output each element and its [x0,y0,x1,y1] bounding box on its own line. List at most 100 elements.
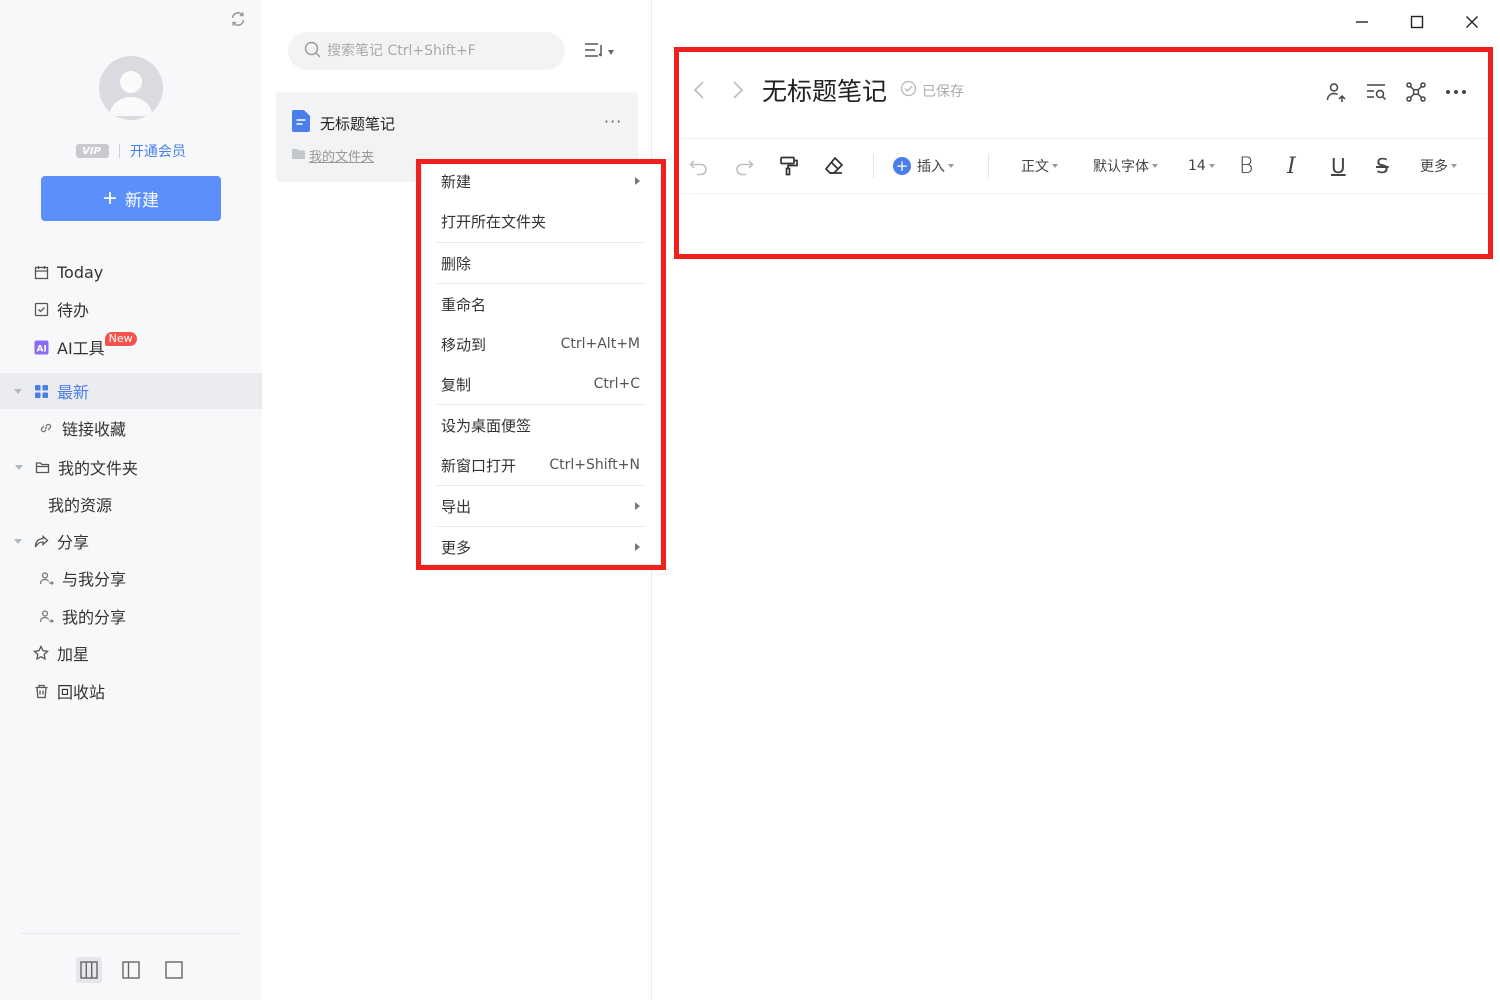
insert-label: 插入 [917,159,945,175]
sidebar-item-my-resources[interactable]: 我的资源 [0,486,262,522]
sidebar-item-todo[interactable]: 待办 [0,291,262,327]
mind-map-button[interactable] [1402,78,1430,106]
new-note-label: 新建 [125,191,159,210]
two-column-layout-button[interactable] [118,957,144,983]
format-painter-button[interactable] [778,150,800,182]
note-title[interactable]: 无标题笔记 [762,72,887,108]
checkbox-icon [33,301,49,317]
sidebar: VIP 开通会员 + 新建 Today 待办 AI AI工具 New 最新 链接… [0,0,262,1000]
sidebar-item-my-shares[interactable]: 我的分享 [0,598,262,634]
search-box[interactable] [288,32,565,70]
vip-row: VIP 开通会员 [0,140,262,162]
sort-icon [584,41,604,63]
chevron-right-icon [635,543,640,551]
sidebar-item-label: Today [57,262,104,282]
context-menu: 新建 打开所在文件夹 删除 重命名 移动到 Ctrl+Alt+M 复制 Ctrl… [422,164,660,564]
font-family-dropdown[interactable]: 默认字体 [1093,150,1158,182]
svg-text:AI: AI [36,344,46,354]
divider [680,138,1492,139]
menu-item-rename[interactable]: 重命名 [422,284,660,324]
single-column-layout-button[interactable] [161,957,187,983]
sidebar-item-my-folder[interactable]: 我的文件夹 [0,449,262,485]
user-share-icon [38,570,54,586]
plus-circle-icon: + [893,157,911,175]
saved-status-label: 已保存 [922,83,964,100]
caret-down-icon[interactable] [14,389,22,394]
paragraph-style-dropdown[interactable]: 正文 [1021,150,1058,182]
menu-item-label: 新建 [441,172,472,191]
chevron-down-icon [1152,164,1158,168]
underline-button[interactable]: U [1331,150,1346,182]
search-input[interactable] [327,43,547,59]
chevron-right-icon [635,502,640,510]
sort-button[interactable] [584,40,624,64]
sidebar-item-share[interactable]: 分享 [0,523,262,559]
redo-button[interactable] [733,150,755,182]
eraser-button[interactable] [823,150,845,182]
menu-item-delete[interactable]: 删除 [422,243,660,283]
italic-button[interactable]: I [1287,150,1296,182]
menu-item-label: 移动到 [441,335,487,354]
font-size-label: 14 [1188,158,1206,174]
star-icon [33,645,49,661]
sidebar-item-trash[interactable]: 回收站 [0,673,262,709]
forward-button[interactable] [726,76,750,104]
folder-icon [34,459,50,475]
sidebar-item-shared-with-me[interactable]: 与我分享 [0,560,262,596]
more-options-button[interactable] [1442,78,1470,106]
sidebar-item-starred[interactable]: 加星 [0,635,262,671]
sidebar-item-today[interactable]: Today [0,254,262,290]
chevron-down-icon [608,49,614,55]
calendar-icon [33,264,49,280]
new-badge: New [104,332,137,346]
sidebar-item-label: AI工具 [57,339,105,358]
menu-item-open-folder[interactable]: 打开所在文件夹 [422,201,660,241]
upgrade-vip-link[interactable]: 开通会员 [130,141,186,161]
sidebar-item-label: 我的文件夹 [58,459,139,478]
sidebar-item-ai-tools[interactable]: AI AI工具 New [0,329,262,365]
close-button[interactable] [1458,8,1486,36]
menu-item-label: 重命名 [441,295,487,314]
new-note-button[interactable]: + 新建 [41,176,221,221]
caret-down-icon[interactable] [14,539,22,544]
menu-item-label: 导出 [441,497,472,516]
trash-icon [33,683,49,699]
sidebar-item-latest[interactable]: 最新 [0,373,262,409]
strikethrough-button[interactable]: S [1376,150,1389,182]
menu-item-set-sticky[interactable]: 设为桌面便签 [422,405,660,445]
saved-status: 已保存 [900,80,964,101]
font-size-dropdown[interactable]: 14 [1188,150,1215,182]
menu-item-label: 打开所在文件夹 [441,212,547,231]
sidebar-item-label: 分享 [57,533,90,552]
menu-item-move-to[interactable]: 移动到 Ctrl+Alt+M [422,324,660,364]
find-in-note-button[interactable] [1362,78,1390,106]
more-icon[interactable]: ··· [604,112,622,131]
minimize-button[interactable] [1348,8,1376,36]
menu-item-label: 删除 [441,254,472,273]
note-folder-link[interactable]: 我的文件夹 [292,146,374,165]
three-column-layout-button[interactable] [76,957,102,983]
menu-item-new-window[interactable]: 新窗口打开 Ctrl+Shift+N [422,445,660,485]
share-user-button[interactable] [1322,78,1350,106]
user-share-icon [38,608,54,624]
back-button[interactable] [687,76,711,104]
caret-down-icon[interactable] [15,465,23,470]
sidebar-item-label: 待办 [57,301,90,320]
insert-dropdown[interactable]: + 插入 [893,150,954,182]
menu-item-export[interactable]: 导出 [422,486,660,526]
italic-icon: I [1287,153,1296,179]
sidebar-item-links[interactable]: 链接收藏 [0,410,262,446]
chevron-down-icon [1052,164,1058,168]
undo-button[interactable] [688,150,710,182]
sync-icon[interactable] [229,10,249,30]
app-window: VIP 开通会员 + 新建 Today 待办 AI AI工具 New 最新 链接… [0,0,1500,1000]
maximize-button[interactable] [1403,8,1431,36]
menu-item-new[interactable]: 新建 [422,161,660,201]
note-title: 无标题笔记 [320,115,396,133]
menu-item-more[interactable]: 更多 [422,527,660,567]
more-toolbar-dropdown[interactable]: 更多 [1420,150,1457,182]
avatar[interactable] [99,56,163,120]
share-icon [33,533,49,549]
menu-item-copy[interactable]: 复制 Ctrl+C [422,364,660,404]
bold-button[interactable]: B [1239,150,1253,182]
